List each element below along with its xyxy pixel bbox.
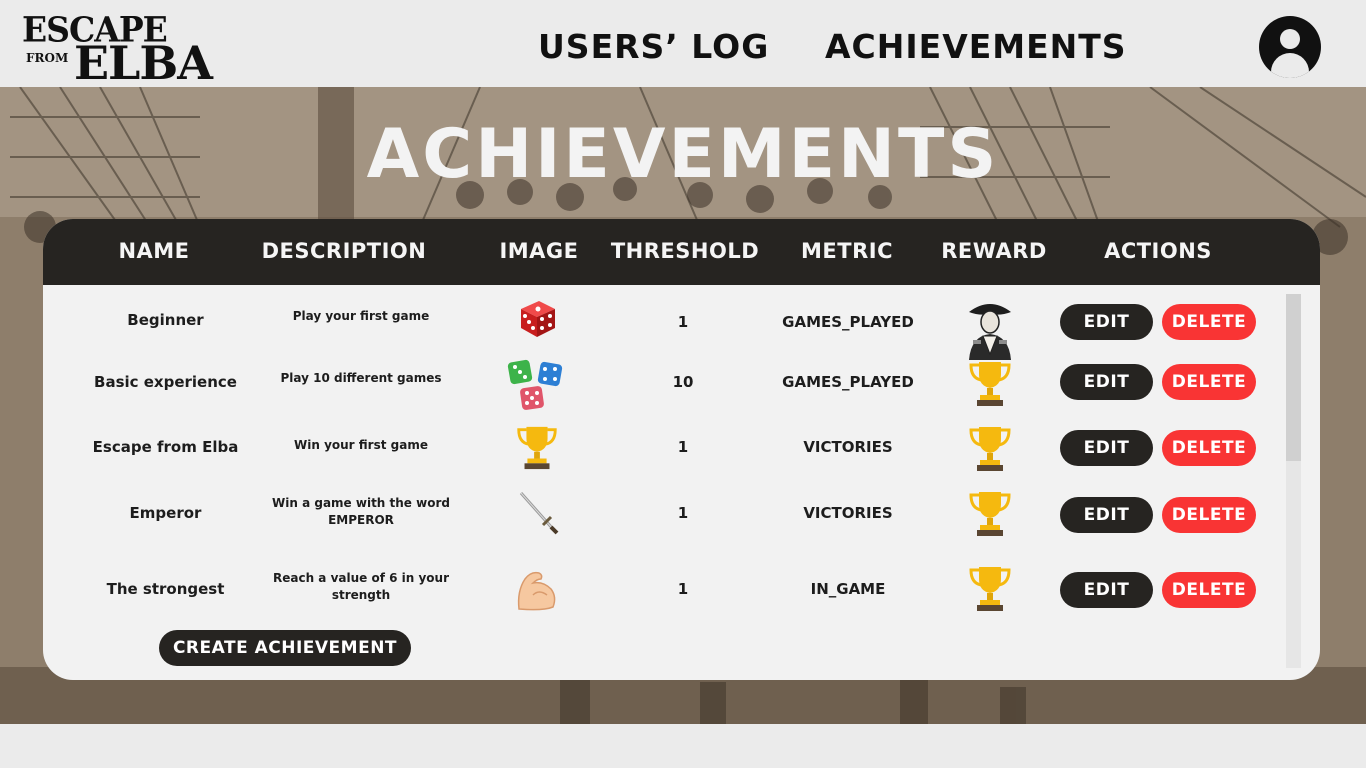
nav-users-log[interactable]: USERS’ LOG bbox=[538, 27, 769, 66]
achievement-threshold: 1 bbox=[677, 313, 689, 331]
trophy-icon bbox=[513, 423, 561, 471]
achievement-metric: VICTORIES bbox=[803, 438, 893, 456]
trophy-icon bbox=[965, 423, 1015, 473]
trophy-icon bbox=[965, 563, 1015, 613]
achievement-description: Play 10 different games bbox=[280, 371, 442, 385]
trophy-icon bbox=[965, 488, 1015, 538]
delete-button[interactable]: DELETE bbox=[1162, 497, 1256, 533]
achievement-description: Reach a value of 6 in your strength bbox=[272, 571, 449, 602]
achievements-table-panel: NAME DESCRIPTION IMAGE THRESHOLD METRIC … bbox=[43, 219, 1320, 680]
sword-icon bbox=[513, 489, 561, 537]
logo-line-from: FROM bbox=[26, 51, 69, 65]
table-row: Basic experience Play 10 different games… bbox=[43, 352, 1283, 412]
achievement-description: Win a game with the word EMPEROR bbox=[272, 496, 450, 527]
achievement-threshold: 1 bbox=[677, 504, 689, 522]
column-header-reward: REWARD bbox=[941, 239, 1047, 263]
table-header: NAME DESCRIPTION IMAGE THRESHOLD METRIC … bbox=[43, 219, 1320, 285]
achievement-threshold: 10 bbox=[672, 373, 694, 391]
table-row: Emperor Win a game with the word EMPEROR… bbox=[43, 482, 1283, 542]
edit-button[interactable]: EDIT bbox=[1060, 497, 1153, 533]
achievement-name: Beginner bbox=[127, 311, 204, 329]
achievement-metric: IN_GAME bbox=[810, 580, 886, 598]
three-dice-icon bbox=[505, 355, 569, 413]
trophy-icon bbox=[965, 358, 1015, 408]
achievement-threshold: 1 bbox=[677, 580, 689, 598]
delete-button[interactable]: DELETE bbox=[1162, 572, 1256, 608]
achievement-name: Basic experience bbox=[94, 373, 237, 391]
column-header-actions: ACTIONS bbox=[1104, 239, 1212, 263]
create-achievement-button[interactable]: CREATE ACHIEVEMENT bbox=[159, 630, 411, 666]
column-header-name: NAME bbox=[118, 239, 190, 263]
table-row: Beginner Play your first game 1 GAMES_PL… bbox=[43, 292, 1283, 360]
column-header-metric: METRIC bbox=[801, 239, 893, 263]
achievement-metric: VICTORIES bbox=[803, 504, 893, 522]
column-header-image: IMAGE bbox=[499, 239, 579, 263]
logo-line-elba: ELBA bbox=[74, 36, 213, 90]
page-title: ACHIEVEMENTS bbox=[366, 115, 1000, 194]
table-row: The strongest Reach a value of 6 in your… bbox=[43, 557, 1283, 617]
delete-button[interactable]: DELETE bbox=[1162, 304, 1256, 340]
achievement-name: The strongest bbox=[106, 580, 225, 598]
edit-button[interactable]: EDIT bbox=[1060, 364, 1153, 400]
edit-button[interactable]: EDIT bbox=[1060, 572, 1153, 608]
achievement-threshold: 1 bbox=[677, 438, 689, 456]
column-header-description: DESCRIPTION bbox=[261, 239, 427, 263]
nav-achievements[interactable]: ACHIEVEMENTS bbox=[825, 27, 1127, 66]
table-row: Escape from Elba Win your first game 1 V… bbox=[43, 417, 1283, 477]
delete-button[interactable]: DELETE bbox=[1162, 430, 1256, 466]
table-scrollbar[interactable] bbox=[1286, 294, 1301, 668]
edit-button[interactable]: EDIT bbox=[1060, 304, 1153, 340]
delete-button[interactable]: DELETE bbox=[1162, 364, 1256, 400]
column-header-threshold: THRESHOLD bbox=[610, 239, 760, 263]
achievement-name: Escape from Elba bbox=[92, 438, 239, 456]
achievement-description: Win your first game bbox=[294, 438, 428, 452]
achievement-metric: GAMES_PLAYED bbox=[782, 373, 914, 391]
scrollbar-thumb[interactable] bbox=[1286, 294, 1301, 461]
napoleon-portrait-icon bbox=[961, 296, 1019, 360]
achievement-metric: GAMES_PLAYED bbox=[782, 313, 914, 331]
edit-button[interactable]: EDIT bbox=[1060, 430, 1153, 466]
achievement-description: Play your first game bbox=[292, 309, 430, 323]
red-dice-icon bbox=[513, 295, 561, 343]
user-avatar-icon[interactable] bbox=[1259, 16, 1321, 78]
escape-from-elba-logo[interactable]: ESCAPE FROM ELBA bbox=[22, 9, 252, 90]
top-bar: ESCAPE FROM ELBA USERS’ LOG ACHIEVEMENTS bbox=[0, 0, 1366, 87]
achievement-name: Emperor bbox=[129, 504, 202, 522]
flexed-biceps-icon bbox=[513, 565, 561, 613]
